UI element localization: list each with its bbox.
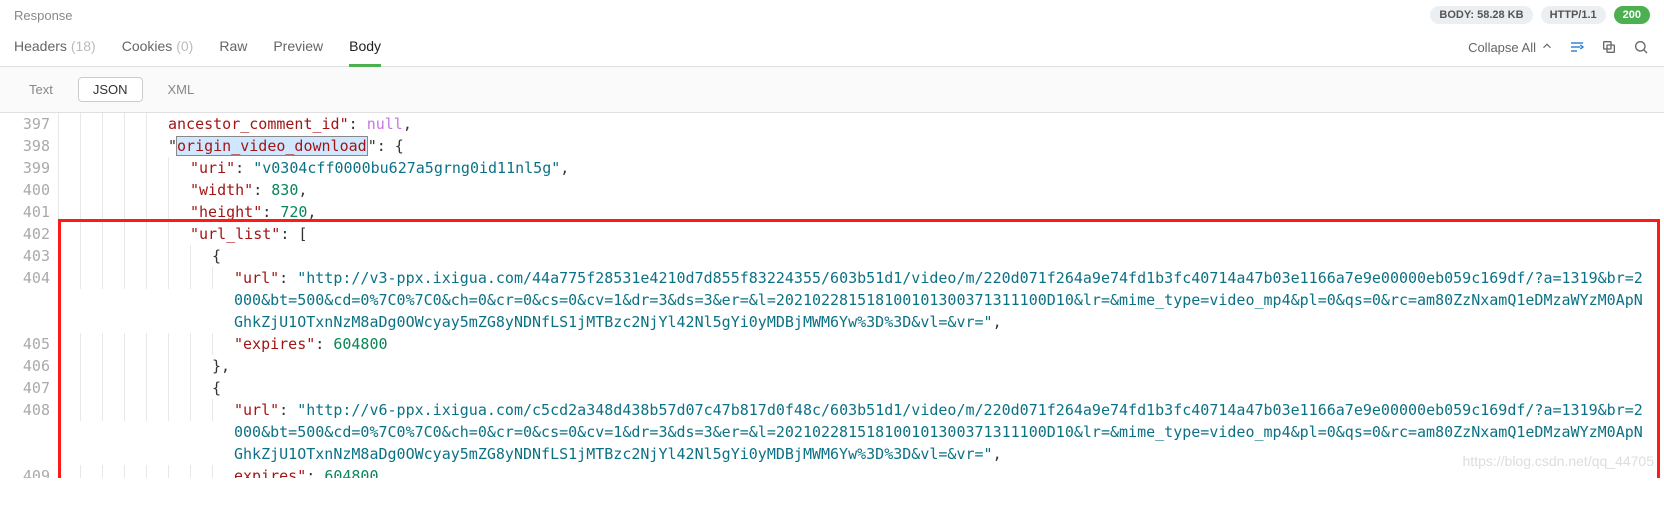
tab-raw[interactable]: Raw [219, 28, 247, 66]
response-meta: BODY: 58.28 KB HTTP/1.1 200 [1430, 6, 1650, 24]
code-line[interactable]: 406}, [0, 355, 1664, 377]
tab-cookies[interactable]: Cookies (0) [122, 28, 194, 66]
tab-count: (0) [176, 38, 193, 54]
tab-label: Raw [219, 38, 247, 54]
tab-count: (18) [71, 38, 96, 54]
chevron-up-icon [1540, 39, 1554, 56]
code-content: "height": 720, [190, 201, 1664, 223]
subtab-text[interactable]: Text [14, 77, 68, 102]
tab-headers[interactable]: Headers (18) [14, 28, 96, 66]
code-content: "url": "http://v6-ppx.ixigua.com/c5cd2a3… [234, 399, 1664, 465]
code-line[interactable]: 403 { [0, 245, 1664, 267]
code-content: "url": "http://v3-ppx.ixigua.com/44a775f… [234, 267, 1664, 333]
body-size-pill: BODY: 58.28 KB [1430, 6, 1532, 24]
code-content: }, [212, 355, 1664, 377]
line-number: 408 [0, 399, 58, 421]
code-line[interactable]: 409 expires": 604800 [0, 465, 1664, 478]
collapse-all-label: Collapse All [1468, 40, 1536, 55]
code-line[interactable]: 402 "url_list": [ [0, 223, 1664, 245]
code-line[interactable]: 408 "url": "http://v6-ppx.ixigua.com/c5cd… [0, 399, 1664, 465]
line-number: 404 [0, 267, 58, 289]
tab-label: Preview [273, 38, 323, 54]
subtab-xml[interactable]: XML [153, 77, 210, 102]
tab-preview[interactable]: Preview [273, 28, 323, 66]
code-content: expires": 604800 [234, 465, 1664, 478]
code-line[interactable]: 405 "expires": 604800 [0, 333, 1664, 355]
main-tabs-row: Headers (18)Cookies (0)Raw Preview Body … [0, 28, 1664, 67]
status-pill: 200 [1614, 6, 1650, 24]
line-number: 398 [0, 135, 58, 157]
tab-label: Body [349, 38, 381, 54]
code-line[interactable]: 404 "url": "http://v3-ppx.ixigua.com/44a7… [0, 267, 1664, 333]
line-number: 405 [0, 333, 58, 355]
search-icon[interactable] [1632, 38, 1650, 56]
wrap-icon[interactable] [1568, 38, 1586, 56]
json-viewer[interactable]: https://blog.csdn.net/qq_44705 397 ancest… [0, 113, 1664, 478]
subtab-json[interactable]: JSON [78, 77, 143, 102]
tab-body[interactable]: Body [349, 28, 381, 66]
code-line[interactable]: 407 { [0, 377, 1664, 399]
code-line[interactable]: 397 ancestor_comment_id": null, [0, 113, 1664, 135]
http-version-pill: HTTP/1.1 [1541, 6, 1606, 24]
code-line[interactable]: 399 "uri": "v0304cff0000bu627a5grng0id11n… [0, 157, 1664, 179]
line-number: 400 [0, 179, 58, 201]
tab-label: Headers [14, 38, 67, 54]
copy-icon[interactable] [1600, 38, 1618, 56]
line-number: 401 [0, 201, 58, 223]
line-number: 406 [0, 355, 58, 377]
code-content: ancestor_comment_id": null, [168, 113, 1664, 135]
line-number: 403 [0, 245, 58, 267]
code-line[interactable]: 401 "height": 720, [0, 201, 1664, 223]
response-header: Response BODY: 58.28 KB HTTP/1.1 200 [0, 0, 1664, 28]
code-content: "uri": "v0304cff0000bu627a5grng0id11nl5g… [190, 157, 1664, 179]
code-content: "url_list": [ [190, 223, 1664, 245]
line-number: 407 [0, 377, 58, 399]
code-content: { [212, 245, 1664, 267]
line-number: 409 [0, 465, 58, 478]
line-number: 397 [0, 113, 58, 135]
code-line[interactable]: 400 "width": 830, [0, 179, 1664, 201]
code-content: "width": 830, [190, 179, 1664, 201]
tab-label: Cookies [122, 38, 173, 54]
code-line[interactable]: 398 "origin_video_download": { [0, 135, 1664, 157]
line-number: 399 [0, 157, 58, 179]
collapse-all-button[interactable]: Collapse All [1468, 39, 1554, 56]
line-number: 402 [0, 223, 58, 245]
code-content: "origin_video_download": { [168, 135, 1664, 157]
code-content: "expires": 604800 [234, 333, 1664, 355]
format-subtabs: Text JSON XML [0, 67, 1664, 113]
code-content: { [212, 377, 1664, 399]
response-title: Response [14, 8, 73, 23]
watermark: https://blog.csdn.net/qq_44705 [1463, 450, 1654, 472]
